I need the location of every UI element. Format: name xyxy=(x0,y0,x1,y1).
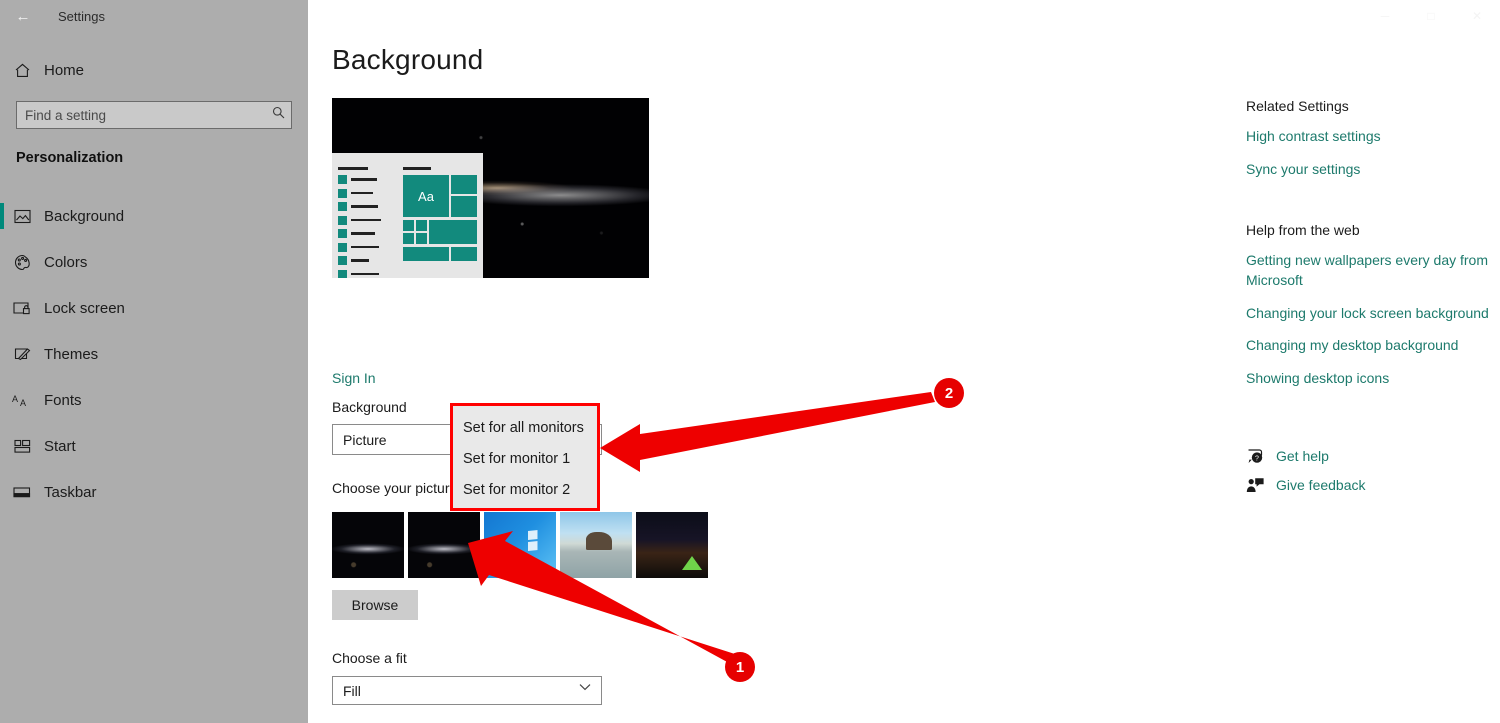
sidebar-item-fonts-label: Fonts xyxy=(44,391,82,409)
start-menu-divider-2 xyxy=(403,167,431,170)
window-title: Settings xyxy=(58,8,105,24)
annotation-badge-1: 1 xyxy=(725,652,755,682)
sidebar-item-lock-screen[interactable]: Lock screen xyxy=(0,292,308,324)
feedback-person-icon xyxy=(1246,477,1276,494)
sidebar-item-taskbar-label: Taskbar xyxy=(44,483,97,501)
link-showing-desktop-icons[interactable]: Showing desktop icons xyxy=(1246,369,1496,389)
sidebar-item-background[interactable]: Background xyxy=(0,200,308,232)
search-box[interactable] xyxy=(16,101,292,129)
image-icon xyxy=(0,209,44,224)
link-changing-lock-screen-background[interactable]: Changing your lock screen background xyxy=(1246,304,1496,324)
related-settings-panel: Related Settings High contrast settings … xyxy=(1246,98,1496,402)
thumb-milky-way-2[interactable] xyxy=(408,512,480,578)
fit-value: Fill xyxy=(343,682,361,699)
question-bubble-icon: ? xyxy=(1246,448,1276,465)
titlebar-left: ← Settings xyxy=(0,0,308,32)
start-menu-mockup: Aa xyxy=(332,153,483,278)
sign-in-link[interactable]: Sign In xyxy=(332,370,376,386)
svg-text:A: A xyxy=(20,398,26,408)
picture-thumbnail-list xyxy=(332,512,708,578)
start-tiles-icon xyxy=(0,439,44,454)
sidebar-item-themes-label: Themes xyxy=(44,345,99,363)
related-settings-heading: Related Settings xyxy=(1246,98,1349,114)
desktop-preview: Aa xyxy=(332,98,649,278)
tile-aa-label: Aa xyxy=(418,188,434,204)
background-type-value: Picture xyxy=(343,431,387,448)
palette-icon xyxy=(0,254,44,271)
sidebar-item-start[interactable]: Start xyxy=(0,430,308,462)
thumb-beach-rock[interactable] xyxy=(560,512,632,578)
choose-picture-label: Choose your picture xyxy=(332,480,458,496)
sidebar-item-themes[interactable]: Themes xyxy=(0,338,308,370)
lock-screen-icon xyxy=(0,301,44,316)
chevron-down-icon xyxy=(579,682,591,694)
taskbar-icon xyxy=(0,486,44,499)
sidebar-section-title: Personalization xyxy=(16,150,124,166)
sidebar-nav-list: Background Colors Lock screen Themes A A… xyxy=(0,200,308,522)
fonts-aa-icon: A A xyxy=(0,393,44,408)
thumb-night-camp[interactable] xyxy=(636,512,708,578)
home-icon xyxy=(0,62,44,79)
sidebar-item-home[interactable]: Home xyxy=(0,56,308,84)
get-help-row[interactable]: ? Get help xyxy=(1246,448,1496,465)
link-sync-your-settings[interactable]: Sync your settings xyxy=(1246,160,1496,180)
selection-accent-bar xyxy=(0,203,4,229)
choose-fit-label: Choose a fit xyxy=(332,650,407,666)
search-input[interactable] xyxy=(16,101,292,129)
back-arrow-icon[interactable]: ← xyxy=(0,0,46,32)
sidebar: ← Settings Home Personalization xyxy=(0,0,308,723)
sidebar-item-taskbar[interactable]: Taskbar xyxy=(0,476,308,508)
get-help-link[interactable]: Get help xyxy=(1276,448,1329,464)
svg-text:?: ? xyxy=(1255,455,1259,462)
sidebar-item-lock-screen-label: Lock screen xyxy=(44,299,125,317)
sidebar-item-colors-label: Colors xyxy=(44,253,88,271)
fit-dropdown[interactable]: Fill xyxy=(332,676,602,705)
menu-item-set-for-monitor-2[interactable]: Set for monitor 2 xyxy=(463,475,597,506)
thumb-windows-default[interactable] xyxy=(484,512,556,578)
give-feedback-row[interactable]: Give feedback xyxy=(1246,477,1496,494)
sidebar-item-home-label: Home xyxy=(44,61,85,79)
help-from-web-block: Help from the web Getting new wallpapers… xyxy=(1246,222,1496,389)
context-menu[interactable]: Set for all monitors Set for monitor 1 S… xyxy=(450,403,600,511)
themes-brush-icon xyxy=(0,346,44,362)
help-from-web-heading: Help from the web xyxy=(1246,221,1360,238)
link-getting-new-wallpapers[interactable]: Getting new wallpapers every day from Mi… xyxy=(1246,251,1496,291)
link-high-contrast-settings[interactable]: High contrast settings xyxy=(1246,127,1496,147)
menu-item-set-for-all-monitors[interactable]: Set for all monitors xyxy=(463,413,597,444)
main-content: Background Aa Sign In Background Picture… xyxy=(308,0,1500,723)
background-label: Background xyxy=(332,399,407,415)
link-changing-desktop-background[interactable]: Changing my desktop background xyxy=(1246,336,1496,356)
page-title: Background xyxy=(332,44,484,75)
sidebar-item-start-label: Start xyxy=(44,437,76,455)
browse-button[interactable]: Browse xyxy=(332,590,418,620)
support-links: ? Get help Give feedback xyxy=(1246,448,1496,506)
sidebar-item-colors[interactable]: Colors xyxy=(0,246,308,278)
annotation-badge-2: 2 xyxy=(934,378,964,408)
start-menu-app-list xyxy=(338,175,392,278)
svg-text:A: A xyxy=(12,394,18,404)
thumb-milky-way-1[interactable] xyxy=(332,512,404,578)
menu-item-set-for-monitor-1[interactable]: Set for monitor 1 xyxy=(463,444,597,475)
sidebar-item-fonts[interactable]: A A Fonts xyxy=(0,384,308,416)
start-menu-divider xyxy=(338,167,368,170)
settings-window: ← Settings Home Personalization xyxy=(0,0,1500,723)
sidebar-item-background-label: Background xyxy=(44,207,125,225)
give-feedback-link[interactable]: Give feedback xyxy=(1276,477,1366,493)
